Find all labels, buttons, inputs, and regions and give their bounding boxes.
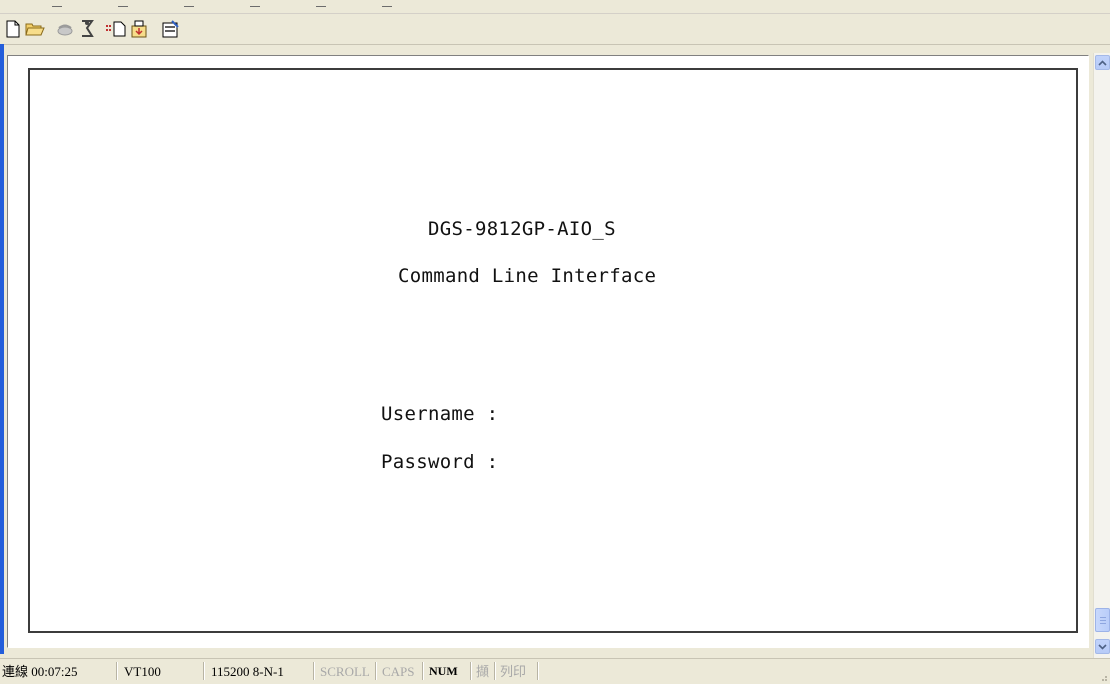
caps-indicator: CAPS	[382, 664, 415, 679]
chevron-up-icon	[1098, 59, 1107, 66]
terminal-area[interactable]: DGS-9812GP-AIO_S Command Line Interface …	[7, 55, 1089, 648]
scroll-up-button[interactable]	[1095, 55, 1110, 70]
new-icon[interactable]	[2, 18, 24, 40]
password-prompt: Password :	[381, 451, 499, 473]
toolbar	[0, 14, 1110, 45]
cli-subtitle: Command Line Interface	[398, 265, 657, 287]
send-icon[interactable]	[106, 18, 128, 40]
username-prompt: Username :	[381, 403, 499, 425]
scroll-thumb[interactable]	[1095, 608, 1110, 632]
terminal-screen[interactable]: DGS-9812GP-AIO_S Command Line Interface …	[28, 68, 1078, 633]
scroll-down-button[interactable]	[1095, 639, 1110, 654]
emulation-type: VT100	[124, 664, 161, 679]
open-icon[interactable]	[24, 18, 46, 40]
connect-icon[interactable]	[76, 18, 98, 40]
connection-time: 連線 00:07:25	[2, 664, 78, 679]
disconnect-icon[interactable]	[54, 18, 76, 40]
receive-icon[interactable]	[128, 18, 150, 40]
print-indicator: 列印	[500, 664, 527, 679]
vertical-scrollbar[interactable]	[1093, 53, 1110, 658]
status-bar: 連線 00:07:25 VT100 115200 8-N-1 SCROLL CA…	[0, 658, 1110, 684]
port-settings: 115200 8-N-1	[211, 664, 284, 679]
resize-grip-icon[interactable]	[1098, 672, 1108, 682]
window-edge	[0, 44, 4, 654]
device-name: DGS-9812GP-AIO_S	[428, 218, 616, 240]
num-indicator: NUM	[429, 664, 458, 678]
capture-indicator: 擷	[476, 664, 490, 679]
properties-icon[interactable]	[160, 18, 182, 40]
menu-bar-remnant	[0, 0, 1110, 14]
chevron-down-icon	[1098, 643, 1107, 650]
scroll-indicator: SCROLL	[320, 664, 370, 679]
